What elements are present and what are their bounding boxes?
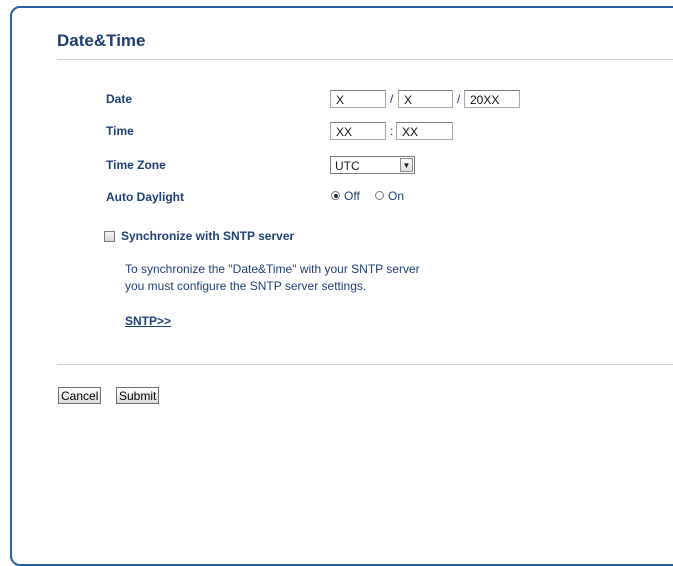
time-hour-input[interactable]: XX [330, 122, 386, 140]
cancel-button[interactable]: Cancel [58, 387, 102, 404]
chevron-down-icon[interactable]: ▼ [400, 158, 413, 172]
submit-button[interactable]: Submit [116, 387, 160, 404]
date-label: Date [106, 92, 133, 106]
date-month-input[interactable]: X [330, 90, 386, 108]
date-day-input[interactable]: X [398, 90, 453, 108]
time-zone-label: Time Zone [106, 158, 166, 172]
title-divider [57, 59, 673, 60]
sntp-checkbox-label: Synchronize with SNTP server [121, 229, 295, 243]
time-zone-select[interactable]: UTC ▼ [330, 156, 415, 174]
time-minute-input[interactable]: XX [396, 122, 453, 140]
date-separator: / [390, 92, 394, 106]
date-year-input[interactable]: 20XX [464, 90, 520, 108]
auto-daylight-label: Auto Daylight [106, 190, 184, 204]
form-divider [57, 364, 673, 365]
daylight-on-radio[interactable] [375, 191, 384, 200]
date-separator: / [457, 92, 461, 106]
time-separator: : [390, 124, 394, 138]
sntp-info-line2: you must configure the SNTP server setti… [125, 279, 367, 293]
page-title: Date&Time [57, 31, 146, 50]
daylight-off-radio[interactable] [331, 191, 340, 200]
sntp-link[interactable]: SNTP>> [125, 314, 171, 328]
daylight-on-label: On [388, 189, 405, 203]
sntp-checkbox[interactable] [104, 231, 115, 242]
sntp-info-line1: To synchronize the "Date&Time" with your… [125, 262, 420, 276]
daylight-off-label: Off [344, 189, 360, 203]
time-label: Time [106, 124, 134, 138]
time-zone-value: UTC [335, 159, 360, 173]
